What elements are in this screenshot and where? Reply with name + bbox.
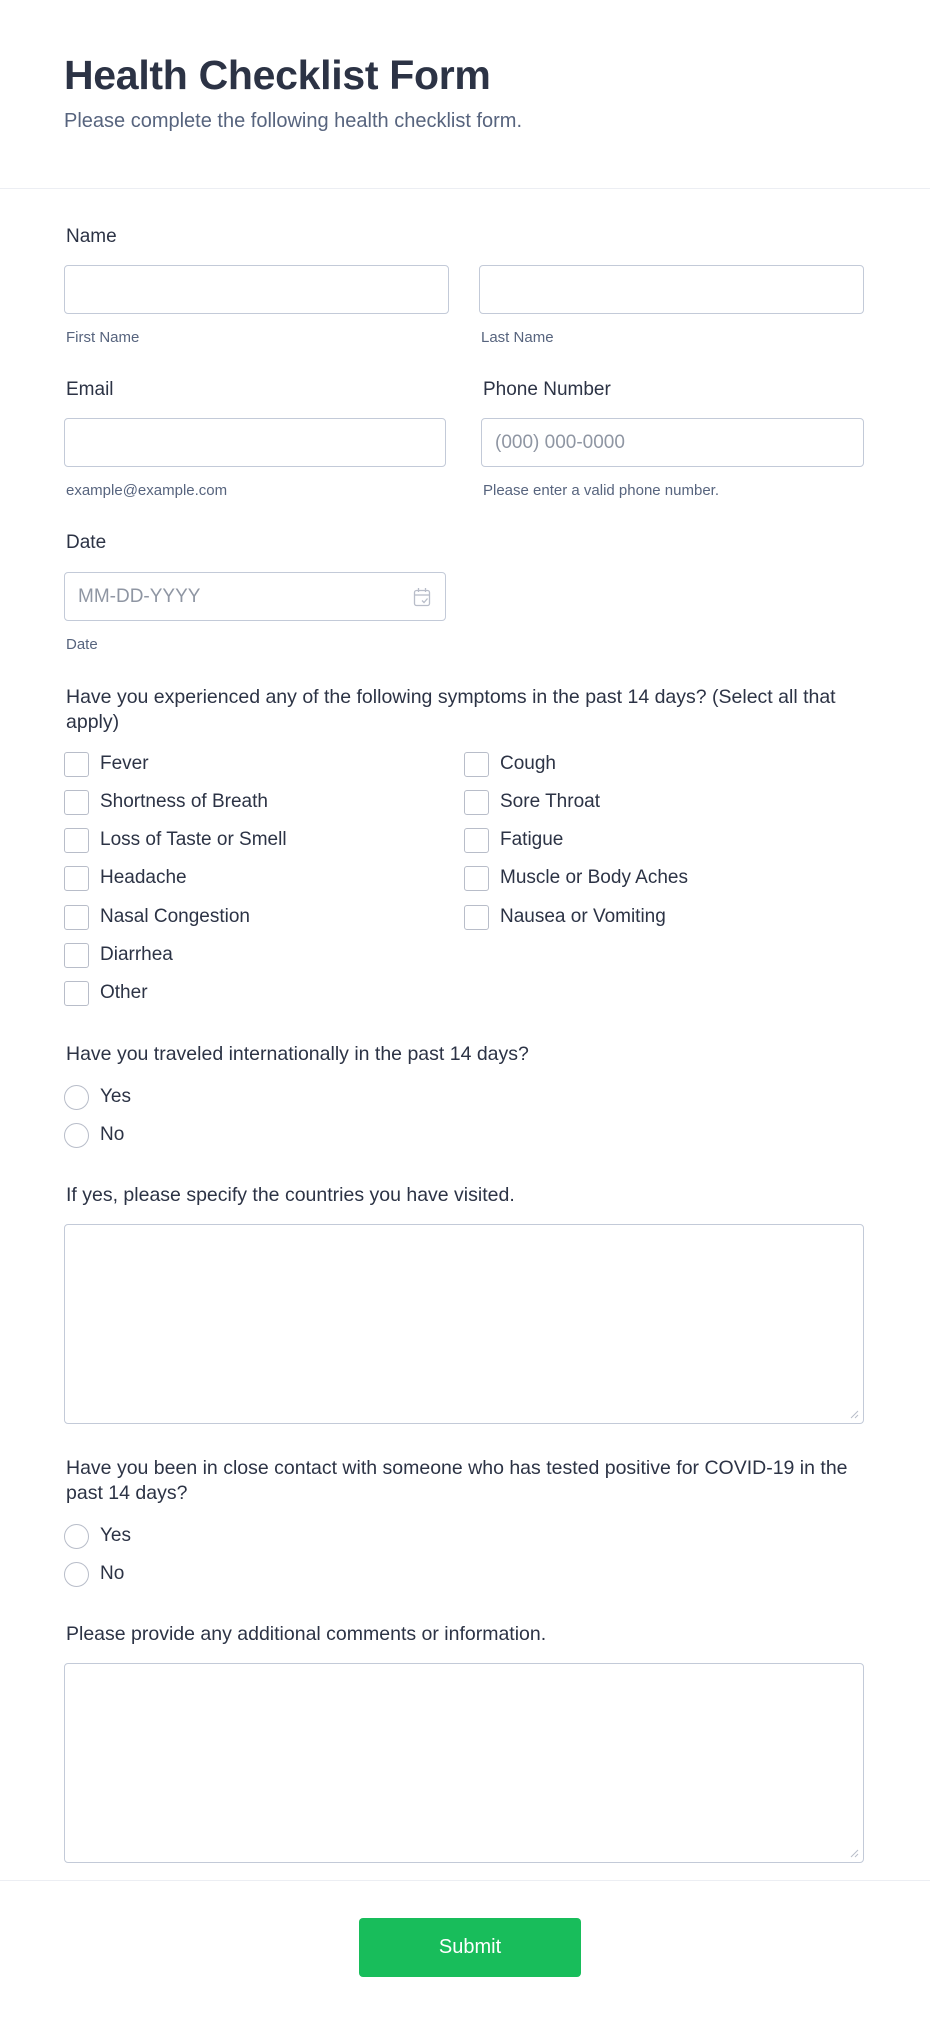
- phone-sublabel: Please enter a valid phone number.: [483, 482, 719, 499]
- phone-input[interactable]: (000) 000-0000: [481, 418, 864, 467]
- checkbox-option-nasal-congestion[interactable]: Nasal Congestion: [64, 904, 250, 930]
- resize-handle-icon[interactable]: [850, 1849, 859, 1858]
- option-label: Nausea or Vomiting: [500, 906, 666, 927]
- submit-button[interactable]: Submit: [359, 1918, 581, 1977]
- calendar-icon[interactable]: [413, 587, 431, 607]
- checkbox[interactable]: [464, 789, 489, 815]
- first-name-input[interactable]: [64, 265, 449, 314]
- radio-button[interactable]: [64, 1084, 89, 1110]
- radio-button[interactable]: [64, 1122, 89, 1148]
- first-name-sublabel: First Name: [66, 329, 140, 346]
- option-label: Other: [100, 982, 148, 1003]
- date-placeholder: MM-DD-YYYY: [78, 586, 201, 607]
- contact-radio-no[interactable]: No: [64, 1561, 124, 1587]
- checkbox-option-cough[interactable]: Cough: [464, 751, 556, 777]
- form-header: Health Checklist Form Please complete th…: [0, 0, 930, 189]
- contact-question: Have you been in close contact with some…: [66, 1457, 848, 1504]
- email-input[interactable]: [64, 418, 446, 467]
- resize-handle-icon[interactable]: [850, 1410, 859, 1419]
- checkbox[interactable]: [64, 904, 89, 930]
- option-label: Fatigue: [500, 829, 564, 850]
- checkbox[interactable]: [64, 827, 89, 853]
- comments-textarea[interactable]: [64, 1663, 864, 1863]
- travel-radio-no[interactable]: No: [64, 1122, 124, 1148]
- checkbox[interactable]: [64, 942, 89, 968]
- comments-label: Please provide any additional comments o…: [66, 1623, 547, 1645]
- checkbox-option-nausea[interactable]: Nausea or Vomiting: [464, 904, 666, 930]
- option-label: Shortness of Breath: [100, 791, 268, 812]
- form-subtitle: Please complete the following health che…: [64, 110, 523, 132]
- option-label: Muscle or Body Aches: [500, 867, 688, 888]
- radio-button[interactable]: [64, 1561, 89, 1587]
- checkbox[interactable]: [64, 751, 89, 777]
- last-name-input[interactable]: [479, 265, 864, 314]
- symptoms-question: Have you experienced any of the followin…: [66, 686, 836, 733]
- checkbox-option-headache[interactable]: Headache: [64, 865, 187, 891]
- option-label: Diarrhea: [100, 944, 173, 965]
- checkbox[interactable]: [64, 789, 89, 815]
- checkbox[interactable]: [464, 827, 489, 853]
- checkbox-option-fatigue[interactable]: Fatigue: [464, 827, 563, 853]
- checkbox-option-loss-of-taste[interactable]: Loss of Taste or Smell: [64, 827, 287, 853]
- travel-radio-yes[interactable]: Yes: [64, 1084, 131, 1110]
- option-label: Headache: [100, 867, 187, 888]
- checkbox[interactable]: [464, 904, 489, 930]
- contact-radio-yes[interactable]: Yes: [64, 1523, 131, 1549]
- option-label: No: [100, 1563, 125, 1584]
- countries-label: If yes, please specify the countries you…: [66, 1184, 515, 1206]
- phone-label: Phone Number: [483, 379, 611, 400]
- radio-button[interactable]: [64, 1523, 89, 1549]
- checkbox[interactable]: [464, 751, 489, 777]
- email-sublabel: example@example.com: [66, 482, 228, 499]
- option-label: Loss of Taste or Smell: [100, 829, 287, 850]
- checkbox-option-fever[interactable]: Fever: [64, 751, 149, 777]
- option-label: No: [100, 1124, 125, 1145]
- form-title: Health Checklist Form: [64, 52, 491, 98]
- last-name-sublabel: Last Name: [481, 329, 554, 346]
- option-label: Nasal Congestion: [100, 906, 250, 927]
- date-input[interactable]: MM-DD-YYYY: [64, 572, 446, 621]
- phone-placeholder: (000) 000-0000: [495, 432, 625, 453]
- checkbox-option-shortness-of-breath[interactable]: Shortness of Breath: [64, 789, 268, 815]
- footer-divider: [0, 1880, 930, 1881]
- countries-textarea[interactable]: [64, 1224, 864, 1424]
- option-label: Cough: [500, 753, 556, 774]
- option-label: Yes: [100, 1525, 131, 1546]
- checkbox-option-body-aches[interactable]: Muscle or Body Aches: [464, 865, 688, 891]
- checkbox-option-other[interactable]: Other: [64, 980, 148, 1006]
- name-label: Name: [66, 226, 117, 247]
- checkbox-option-sore-throat[interactable]: Sore Throat: [464, 789, 600, 815]
- email-label: Email: [66, 379, 114, 400]
- date-label: Date: [66, 532, 107, 553]
- option-label: Sore Throat: [500, 791, 600, 812]
- checkbox[interactable]: [64, 980, 89, 1006]
- checkbox[interactable]: [464, 865, 489, 891]
- checkbox-option-diarrhea[interactable]: Diarrhea: [64, 942, 173, 968]
- option-label: Fever: [100, 753, 149, 774]
- option-label: Yes: [100, 1086, 131, 1107]
- checkbox[interactable]: [64, 865, 89, 891]
- travel-question: Have you traveled internationally in the…: [66, 1043, 529, 1065]
- date-sublabel: Date: [66, 636, 98, 653]
